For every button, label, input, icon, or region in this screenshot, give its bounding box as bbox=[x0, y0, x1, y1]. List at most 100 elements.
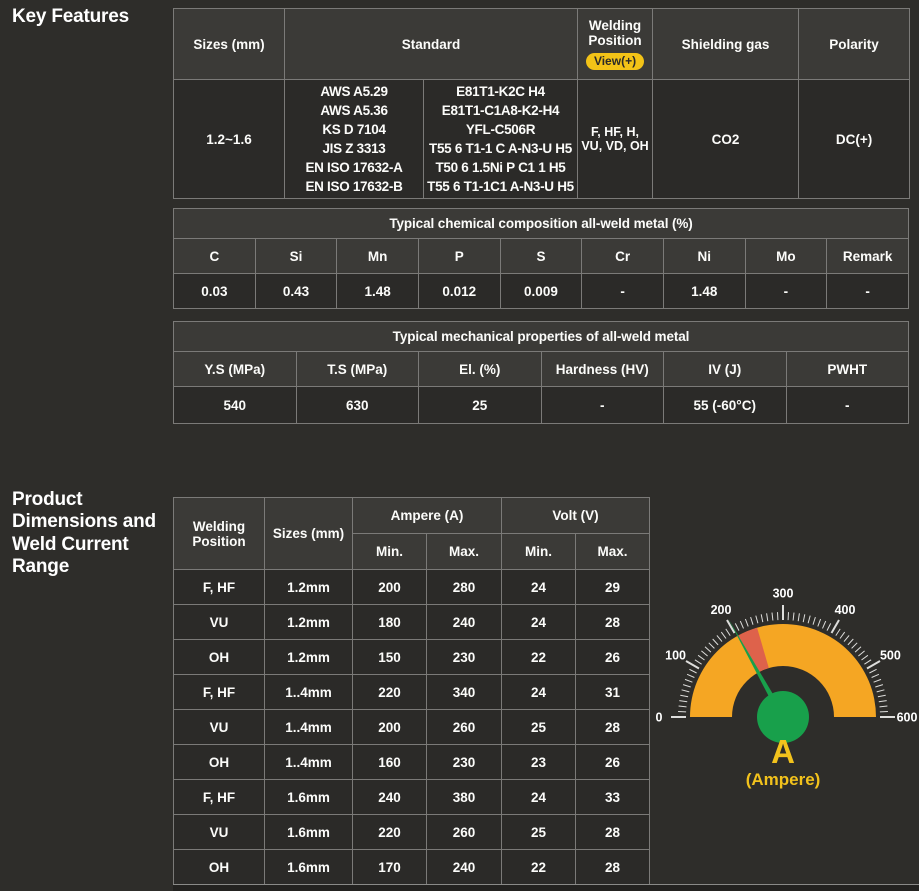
spec-data-row: 1.2~1.6 AWS A5.29AWS A5.36KS D 7104JIS Z… bbox=[174, 80, 910, 199]
welding-position-cell: VU bbox=[174, 710, 265, 745]
gauge-tick bbox=[877, 690, 885, 692]
product-dimensions-heading: Product Dimensions and Weld Current Rang… bbox=[12, 489, 170, 579]
spec-col-welding-position: Welding Position View(+) bbox=[578, 9, 653, 80]
ampere-min-cell: 170 bbox=[353, 850, 427, 885]
mechanical-table-header-row: Y.S (MPa)T.S (MPa)El. (%)Hardness (HV)IV… bbox=[174, 352, 909, 387]
gauge-tick bbox=[745, 619, 748, 626]
gauge-tick bbox=[701, 651, 707, 656]
range-col-volt-min: Min. bbox=[502, 534, 576, 570]
gauge-tick bbox=[858, 651, 864, 656]
gauge-tick bbox=[793, 613, 794, 621]
chem-header-cell: P bbox=[418, 239, 500, 274]
volt-min-cell: 24 bbox=[502, 675, 576, 710]
size-cell: 1..4mm bbox=[265, 675, 353, 710]
volt-max-cell: 26 bbox=[576, 745, 650, 780]
ampere-min-cell: 220 bbox=[353, 675, 427, 710]
chemical-table-value-row: 0.030.431.480.0120.009-1.48-- bbox=[174, 274, 909, 309]
mech-header-cell: T.S (MPa) bbox=[296, 352, 419, 387]
size-cell: 1.6mm bbox=[265, 815, 353, 850]
mechanical-table: Typical mechanical properties of all-wel… bbox=[173, 321, 909, 424]
gauge-tick bbox=[767, 613, 768, 621]
gauge-tick bbox=[740, 621, 743, 628]
gauge-tick bbox=[852, 643, 858, 649]
ampere-gauge: 0100200300400500600 bbox=[643, 585, 919, 747]
range-table-row: VU1.2mm1802402428 bbox=[174, 605, 650, 640]
ampere-max-cell: 240 bbox=[427, 605, 502, 640]
size-cell: 1..4mm bbox=[265, 710, 353, 745]
ampere-min-cell: 200 bbox=[353, 570, 427, 605]
volt-max-cell: 28 bbox=[576, 605, 650, 640]
size-cell: 1..4mm bbox=[265, 745, 353, 780]
chem-header-cell: Remark bbox=[827, 239, 909, 274]
gauge-tick bbox=[685, 679, 692, 682]
gauge-tick bbox=[869, 669, 876, 673]
volt-min-cell: 24 bbox=[502, 570, 576, 605]
gauge-tick bbox=[761, 614, 763, 622]
gauge-tick bbox=[878, 695, 886, 697]
mech-header-cell: Hardness (HV) bbox=[541, 352, 664, 387]
welding-position-label: Welding Position bbox=[580, 18, 650, 48]
chem-header-cell: Mo bbox=[745, 239, 827, 274]
gauge-tick-label: 600 bbox=[897, 711, 918, 725]
volt-max-cell: 28 bbox=[576, 850, 650, 885]
ampere-min-cell: 220 bbox=[353, 815, 427, 850]
gauge-tick bbox=[680, 695, 688, 697]
gauge-tick-label: 200 bbox=[711, 603, 732, 617]
mech-value-cell: 630 bbox=[296, 387, 419, 424]
welding-position-cell: F, HF bbox=[174, 675, 265, 710]
gauge-tick bbox=[879, 701, 887, 702]
gauge-tick bbox=[751, 617, 753, 625]
range-table-row: F, HF1.2mm2002802429 bbox=[174, 570, 650, 605]
gauge-tick bbox=[709, 643, 715, 649]
ampere-max-cell: 240 bbox=[427, 850, 502, 885]
range-col-sizes: Sizes (mm) bbox=[265, 498, 353, 570]
range-table-row: OH1.6mm1702402228 bbox=[174, 850, 650, 885]
mech-header-cell: El. (%) bbox=[419, 352, 542, 387]
range-col-ampere: Ampere (A) bbox=[353, 498, 502, 534]
ampere-min-cell: 150 bbox=[353, 640, 427, 675]
gauge-tick bbox=[880, 706, 888, 707]
next-section-edge bbox=[173, 884, 919, 891]
gauge-tick bbox=[818, 619, 821, 626]
gauge-tick bbox=[855, 647, 861, 652]
range-col-ampere-min: Min. bbox=[353, 534, 427, 570]
size-cell: 1.2mm bbox=[265, 640, 353, 675]
ampere-min-cell: 180 bbox=[353, 605, 427, 640]
ampere-max-cell: 230 bbox=[427, 640, 502, 675]
ampere-min-cell: 240 bbox=[353, 780, 427, 815]
gauge-tick-label: 400 bbox=[835, 603, 856, 617]
gauge-tick bbox=[813, 617, 815, 625]
gauge-tick bbox=[823, 621, 826, 628]
mechanical-table-value-row: 54063025-55 (-60°C)- bbox=[174, 387, 909, 424]
welding-position-cell: F, HF bbox=[174, 780, 265, 815]
volt-max-cell: 28 bbox=[576, 710, 650, 745]
welding-position-value: F, HF, H, VU, VD, OH bbox=[578, 80, 653, 199]
welding-position-cell: OH bbox=[174, 850, 265, 885]
chem-header-cell: Si bbox=[255, 239, 337, 274]
gauge-tick bbox=[721, 632, 726, 638]
spec-col-sizes: Sizes (mm) bbox=[174, 9, 285, 80]
gauge-tick bbox=[862, 655, 868, 660]
view-position-button[interactable]: View(+) bbox=[586, 53, 644, 70]
polarity-value: DC(+) bbox=[799, 80, 910, 199]
volt-max-cell: 29 bbox=[576, 570, 650, 605]
mech-value-cell: 25 bbox=[419, 387, 542, 424]
gauge-tick bbox=[844, 635, 849, 641]
ampere-max-cell: 280 bbox=[427, 570, 502, 605]
key-features-heading: Key Features bbox=[12, 6, 129, 28]
gauge-tick bbox=[848, 639, 853, 645]
gauge-tick bbox=[840, 632, 845, 638]
gauge-tick bbox=[875, 685, 883, 687]
volt-min-cell: 22 bbox=[502, 850, 576, 885]
gauge-unit-letter: A bbox=[643, 733, 919, 771]
gauge-tick bbox=[867, 661, 880, 669]
gauge-tick bbox=[679, 706, 687, 707]
gauge-tick bbox=[698, 655, 704, 660]
range-table-row: VU1.6mm2202602528 bbox=[174, 815, 650, 850]
chem-value-cell: - bbox=[827, 274, 909, 309]
size-cell: 1.2mm bbox=[265, 605, 353, 640]
chem-value-cell: 0.43 bbox=[255, 274, 337, 309]
gauge-tick bbox=[689, 669, 696, 673]
chemical-table: Typical chemical composition all-weld me… bbox=[173, 208, 909, 309]
gauge-tick-label: 100 bbox=[665, 649, 686, 663]
